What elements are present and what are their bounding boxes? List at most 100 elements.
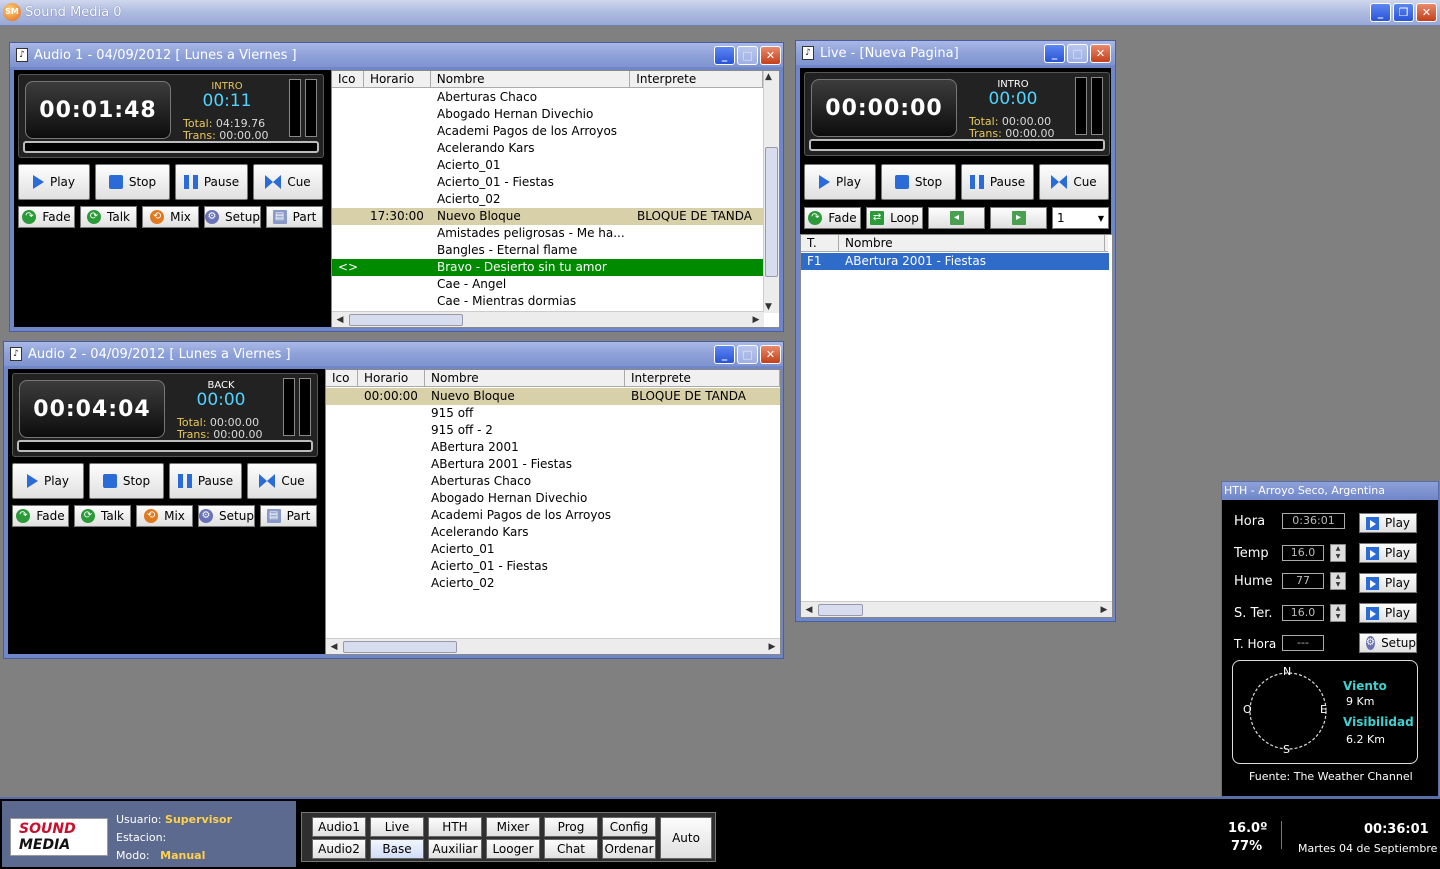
audio2-setup-button[interactable]: ⚙ Setup [198, 505, 255, 527]
table-row[interactable]: Cae - Angel [332, 276, 764, 293]
audio2-part-button[interactable]: ▤ Part [260, 505, 317, 527]
table-row[interactable]: 915 off - 2 [326, 422, 780, 439]
table-row[interactable]: Acelerando Kars [332, 140, 764, 157]
live-page-select[interactable]: 1 ▼ [1052, 207, 1109, 229]
col-interprete[interactable]: Interprete [630, 71, 763, 87]
nav-auxiliar-button[interactable]: Auxiliar [428, 839, 482, 859]
col-t[interactable]: T. [801, 235, 839, 251]
audio1-talk-button[interactable]: ⟳ Talk [80, 206, 137, 228]
table-row[interactable]: Academi Pagos de los Arroyos [326, 507, 780, 524]
audio1-part-button[interactable]: ▤ Part [266, 206, 323, 228]
hth-hora-play-button[interactable]: Play [1359, 513, 1417, 533]
live-pause-button[interactable]: Pause [961, 164, 1034, 200]
nav-live-button[interactable]: Live [370, 817, 424, 837]
nav-chat-button[interactable]: Chat [544, 839, 598, 859]
audio1-pause-button[interactable]: Pause [175, 164, 248, 200]
col-ico[interactable]: Ico [332, 71, 364, 87]
col-interprete[interactable]: Interprete [625, 370, 780, 386]
live-fade-button[interactable]: ↷ Fade [804, 207, 861, 229]
table-row[interactable]: Acierto_01 [326, 541, 780, 558]
audio2-progress-bar[interactable] [17, 440, 313, 452]
audio2-hscroll-thumb[interactable] [343, 641, 457, 653]
live-cue-button[interactable]: Cue [1039, 164, 1109, 200]
audio1-maximize-button[interactable]: □ [737, 46, 758, 65]
table-row[interactable]: Acelerando Kars [326, 524, 780, 541]
audio1-mix-button[interactable]: ⟲ Mix [142, 206, 199, 228]
table-row[interactable]: 17:30:00 Nuevo Bloque BLOQUE DE TANDA [332, 208, 764, 225]
col-nombre[interactable]: Nombre [431, 71, 631, 87]
col-horario[interactable]: Horario [364, 71, 431, 87]
nav-audio1-button[interactable]: Audio1 [312, 817, 366, 837]
table-row[interactable]: Amistades peligrosas - Me ha... [332, 225, 764, 242]
table-row[interactable]: Academi Pagos de los Arroyos [332, 123, 764, 140]
nav-looger-button[interactable]: Looger [486, 839, 540, 859]
table-row[interactable]: Acierto_01 - Fiestas [332, 174, 764, 191]
hth-ster-spinner[interactable]: ▲ ▼ [1330, 604, 1346, 622]
hth-setup-button[interactable]: ⚙ Setup [1359, 633, 1417, 653]
nav-hth-button[interactable]: HTH [428, 817, 482, 837]
hth-hume-play-button[interactable]: Play [1359, 573, 1417, 593]
close-button[interactable]: ✕ [1416, 3, 1437, 22]
audio2-pause-button[interactable]: Pause [169, 463, 242, 499]
table-row[interactable]: Abogado Hernan Divechio [326, 490, 780, 507]
table-row[interactable]: Acierto_01 - Fiestas [326, 558, 780, 575]
table-row[interactable]: ABertura 2001 [326, 439, 780, 456]
audio2-play-button[interactable]: Play [12, 463, 84, 499]
hth-temp-play-button[interactable]: Play [1359, 543, 1417, 563]
col-ico[interactable]: Ico [326, 370, 358, 386]
audio1-stop-button[interactable]: Stop [95, 164, 170, 200]
hth-ster-play-button[interactable]: Play [1359, 603, 1417, 623]
live-prev-page-button[interactable]: ◂ [928, 207, 985, 229]
col-nombre[interactable]: Nombre [425, 370, 625, 386]
audio1-close-button[interactable]: ✕ [760, 46, 781, 65]
audio2-mix-button[interactable]: ⟲ Mix [136, 505, 193, 527]
hth-temp-value[interactable]: 16.0 [1282, 545, 1324, 561]
audio2-close-button[interactable]: ✕ [760, 345, 781, 364]
hth-temp-spinner[interactable]: ▲ ▼ [1330, 544, 1346, 562]
table-row[interactable]: F1 ABertura 2001 - Fiestas [801, 253, 1109, 270]
nav-ordenar-button[interactable]: Ordenar [602, 839, 656, 859]
live-hscroll-thumb[interactable] [818, 604, 863, 616]
audio1-horizontal-scrollbar[interactable]: ◀ ▶ [332, 311, 764, 327]
audio1-setup-button[interactable]: ⚙ Setup [204, 206, 261, 228]
hth-hume-value[interactable]: 77 [1282, 573, 1324, 589]
audio1-vscroll-thumb[interactable] [765, 147, 778, 277]
live-minimize-button[interactable]: _ [1044, 44, 1065, 63]
table-row[interactable]: 915 off [326, 405, 780, 422]
table-row[interactable]: Aberturas Chaco [332, 89, 764, 106]
audio2-stop-button[interactable]: Stop [89, 463, 164, 499]
audio2-fade-button[interactable]: ↷ Fade [12, 505, 69, 527]
audio1-cue-button[interactable]: Cue [253, 164, 323, 200]
audio1-fade-button[interactable]: ↷ Fade [18, 206, 75, 228]
live-progress-bar[interactable] [809, 139, 1105, 151]
table-row[interactable]: Bangles - Eternal flame [332, 242, 764, 259]
live-maximize-button[interactable]: □ [1067, 44, 1088, 63]
table-row[interactable]: Acierto_02 [332, 191, 764, 208]
nav-audio2-button[interactable]: Audio2 [312, 839, 366, 859]
live-horizontal-scrollbar[interactable]: ◀ ▶ [801, 601, 1112, 617]
table-row[interactable]: Acierto_02 [326, 575, 780, 592]
table-row[interactable]: Aberturas Chaco [326, 473, 780, 490]
table-row[interactable]: Cae - Mientras dormias [332, 293, 764, 310]
audio2-talk-button[interactable]: ⟳ Talk [74, 505, 131, 527]
nav-auto-button[interactable]: Auto [660, 817, 712, 859]
live-next-page-button[interactable]: ▸ [990, 207, 1047, 229]
audio1-vertical-scrollbar[interactable]: ▲ ▼ [763, 71, 779, 313]
audio1-progress-bar[interactable] [23, 141, 319, 153]
audio2-minimize-button[interactable]: _ [714, 345, 735, 364]
audio2-maximize-button[interactable]: □ [737, 345, 758, 364]
hth-hume-spinner[interactable]: ▲ ▼ [1330, 572, 1346, 590]
audio2-horizontal-scrollbar[interactable]: ◀ ▶ [326, 638, 780, 654]
audio2-cue-button[interactable]: Cue [247, 463, 317, 499]
live-stop-button[interactable]: Stop [881, 164, 956, 200]
nav-mixer-button[interactable]: Mixer [486, 817, 540, 837]
audio1-hscroll-thumb[interactable] [349, 314, 463, 326]
live-play-button[interactable]: Play [804, 164, 876, 200]
col-horario[interactable]: Horario [358, 370, 425, 386]
table-row[interactable]: Abogado Hernan Divechio [332, 106, 764, 123]
restore-button[interactable]: ❐ [1393, 3, 1414, 22]
live-loop-button[interactable]: ⇄ Loop [866, 207, 923, 229]
table-row[interactable]: <> Bravo - Desierto sin tu amor [332, 259, 764, 276]
hth-ster-value[interactable]: 16.0 [1282, 605, 1324, 621]
nav-config-button[interactable]: Config [602, 817, 656, 837]
